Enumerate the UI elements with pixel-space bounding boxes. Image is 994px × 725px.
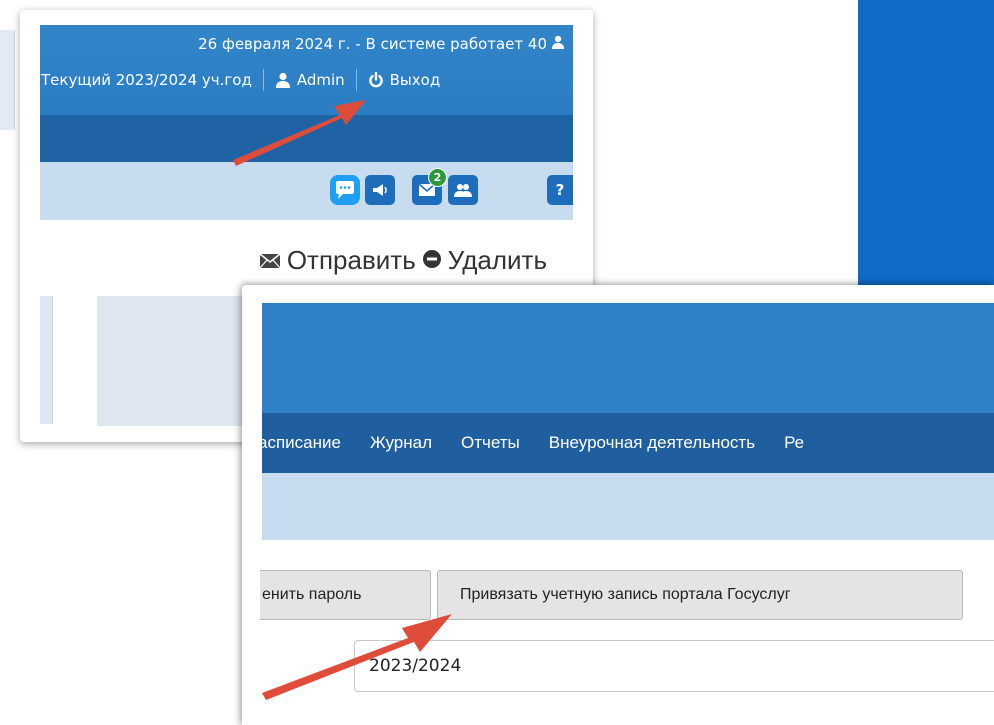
background-window-edge (0, 30, 15, 130)
mail-icon[interactable]: 2 (412, 168, 447, 205)
header-divider (262, 69, 264, 91)
admin-user-link[interactable]: Admin (297, 71, 345, 89)
main-nav-bar: асписание Журнал Отчеты Внеурочная деяте… (262, 413, 994, 473)
top-nav-bar (40, 115, 573, 162)
top-toolbar: 2 ? (40, 162, 573, 220)
nav-item-reports[interactable]: Отчеты (461, 433, 520, 453)
delete-label: Удалить (447, 245, 547, 275)
sub-toolbar (262, 473, 994, 540)
background-blue-panel (858, 0, 994, 285)
nav-item-schedule[interactable]: асписание (262, 433, 341, 453)
send-label: Отправить (286, 245, 416, 275)
envelope-icon (259, 245, 281, 276)
nav-item-extracurricular[interactable]: Внеурочная деятельность (549, 433, 755, 453)
header-status-line: 26 февраля 2024 г. - В системе работает … (198, 35, 565, 53)
user-count-icon (551, 35, 565, 53)
mail-badge: 2 (428, 168, 447, 187)
send-button[interactable]: Отправить (259, 245, 416, 276)
top-header: 26 февраля 2024 г. - В системе работает … (40, 25, 573, 115)
link-gosuslugi-button[interactable]: Привязать учетную запись портала Госуслу… (437, 570, 963, 620)
header-divider (355, 69, 357, 91)
megaphone-icon[interactable] (365, 175, 395, 205)
school-year-field[interactable]: 2023/2024 (354, 640, 994, 692)
logout-link[interactable]: Выход (390, 71, 441, 89)
help-icon[interactable]: ? (547, 175, 573, 205)
header-account-line: Текущий 2023/2024 уч.год Admin Выход (41, 69, 440, 91)
chat-icon[interactable] (330, 175, 360, 205)
delete-button[interactable]: Удалить (422, 245, 547, 276)
side-strip (40, 296, 53, 424)
minus-circle-icon (422, 245, 442, 276)
date-status-text: 26 февраля 2024 г. - В системе работает … (198, 35, 547, 53)
bottom-screenshot-window: асписание Журнал Отчеты Внеурочная деяте… (242, 285, 994, 725)
help-label: ? (555, 181, 565, 199)
message-actions: Отправить Удалить (259, 245, 547, 276)
change-password-button[interactable]: енить пароль (260, 570, 431, 620)
nav-item-more[interactable]: Ре (784, 433, 804, 453)
current-year-link[interactable]: Текущий 2023/2024 уч.год (41, 71, 252, 89)
bottom-header (262, 303, 994, 413)
user-icon (275, 72, 291, 88)
users-icon[interactable] (448, 175, 478, 205)
power-icon (368, 72, 384, 88)
nav-item-journal[interactable]: Журнал (370, 433, 432, 453)
